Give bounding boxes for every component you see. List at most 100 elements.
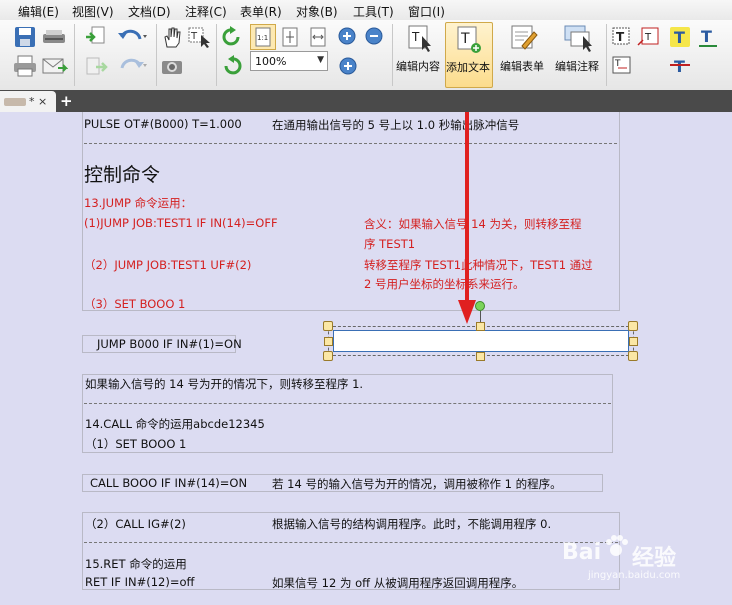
edit-form-label: 编辑表单 [500, 60, 544, 73]
rotate-cw-button[interactable] [220, 25, 244, 49]
text-block-jump[interactable] [82, 112, 620, 311]
tab-modified-marker: * [29, 95, 38, 108]
email-button[interactable] [40, 54, 69, 78]
new-text-box[interactable] [333, 330, 629, 352]
red-arrow-annotation [458, 112, 476, 324]
jump-example-2-desc-b: 2 号用户坐标的坐标系来运行。 [364, 277, 525, 291]
tab-close-icon[interactable]: × [38, 95, 47, 108]
email-icon [42, 58, 69, 74]
plus-circle-icon [339, 57, 357, 75]
strikeout-text-icon: T [670, 57, 690, 76]
jump-b000-command: JUMP B000 IF IN#(1)=ON [97, 337, 242, 351]
resize-handle-right[interactable] [629, 337, 638, 346]
rotate-cw-icon [222, 26, 240, 46]
actual-size-button[interactable]: 1:1 [250, 24, 276, 50]
underline-text-button[interactable]: T [696, 25, 720, 49]
undo-button[interactable] [116, 25, 150, 49]
document-tab-bar: * × + [0, 90, 732, 112]
edit-annotation-button[interactable]: 编辑注释 [553, 22, 603, 88]
menu-document[interactable]: 文档(D) [128, 3, 171, 20]
zoom-in-button[interactable] [336, 25, 360, 49]
document-tab[interactable]: * × [0, 91, 56, 112]
save-button[interactable] [12, 25, 38, 49]
resize-handle-top-right[interactable] [628, 321, 638, 331]
toolbar: T 1:1 100% ▼ T 编辑内容 T 添加文本 编辑表单 编辑注释 T T… [0, 20, 732, 91]
scanner-icon [43, 30, 65, 43]
add-text-icon: T [457, 26, 481, 53]
call-title: 14.CALL 命令的运用abcde12345 [85, 417, 265, 431]
resize-handle-top-left[interactable] [323, 321, 333, 331]
chevron-down-icon: ▼ [317, 55, 324, 65]
menu-bar: 编辑(E) 视图(V) 文档(D) 注释(C) 表单(R) 对象(B) 工具(T… [0, 0, 732, 21]
printer-icon [14, 55, 36, 77]
menu-tools[interactable]: 工具(T) [353, 3, 394, 20]
highlight-text-icon: T [670, 27, 690, 47]
divider [84, 403, 611, 404]
svg-text:T: T [701, 27, 712, 46]
jump-b000-description: 如果输入信号的 14 号为开的情况下，则转移至程序 1. [85, 377, 364, 391]
call-example-2-desc: 根据输入信号的结构调用程序。此时，不能调用程序 0. [272, 517, 552, 531]
fit-width-button[interactable] [306, 25, 330, 49]
svg-text:T: T [460, 31, 470, 47]
text-box-button[interactable]: T [610, 25, 634, 49]
svg-text:T: T [190, 31, 198, 42]
zoom-plus-button[interactable] [336, 54, 360, 78]
menu-comment[interactable]: 注释(C) [185, 3, 227, 20]
rotate-ccw-button[interactable] [220, 54, 244, 78]
text-box-icon: T [612, 27, 630, 45]
zoom-out-button[interactable] [362, 25, 386, 49]
jump-example-1-desc-b: 序 TEST1 [364, 237, 416, 251]
ret-title: 15.RET 命令的运用 [85, 557, 187, 571]
zoom-in-icon [338, 27, 356, 45]
zoom-value: 100% [255, 55, 287, 68]
edit-content-button[interactable]: T 编辑内容 [396, 22, 444, 88]
undo-icon [118, 29, 147, 40]
resize-handle-bottom-left[interactable] [323, 351, 333, 361]
resize-handle-bottom[interactable] [476, 352, 485, 361]
add-text-label: 添加文本 [446, 61, 490, 74]
typewriter-button[interactable]: T [610, 54, 634, 78]
menu-object[interactable]: 对象(B) [296, 3, 338, 20]
watermark-brand: Bai [562, 540, 602, 565]
add-text-button[interactable]: T 添加文本 [445, 22, 493, 88]
edit-form-button[interactable]: 编辑表单 [498, 22, 548, 88]
resize-handle-left[interactable] [324, 337, 333, 346]
select-text-icon: T [188, 27, 210, 48]
paste-button[interactable] [84, 54, 108, 78]
jump-example-1: (1)JUMP JOB:TEST1 IF IN(14)=OFF [84, 216, 278, 230]
svg-text:T: T [674, 57, 685, 76]
pulse-description: 在通用输出信号的 5 号上以 1.0 秒输出脉冲信号 [272, 118, 520, 132]
fit-page-icon [282, 27, 298, 47]
resize-handle-bottom-right[interactable] [628, 351, 638, 361]
copy-button[interactable] [84, 25, 108, 49]
print-button[interactable] [12, 54, 38, 78]
redo-button[interactable] [116, 54, 150, 78]
edit-content-label: 编辑内容 [396, 60, 440, 73]
watermark-url: jingyan.baidu.com [588, 570, 681, 581]
menu-window[interactable]: 窗口(I) [408, 3, 445, 20]
svg-text:T: T [644, 32, 652, 43]
hand-tool-button[interactable] [160, 25, 184, 49]
strikeout-text-button[interactable]: T [668, 54, 692, 78]
fit-page-button[interactable] [278, 25, 302, 49]
zoom-out-icon [365, 27, 383, 45]
svg-text:1:1: 1:1 [257, 34, 268, 42]
jump-example-2: （2）JUMP JOB:TEST1 UF#(2) [84, 258, 252, 272]
highlight-text-button[interactable]: T [668, 25, 692, 49]
fit-width-icon [310, 27, 326, 47]
scanner-button[interactable] [40, 25, 68, 49]
callout-button[interactable]: T [636, 25, 660, 49]
menu-form[interactable]: 表单(R) [240, 3, 282, 20]
edit-annotation-icon [564, 25, 592, 52]
zoom-select[interactable]: 100% ▼ [250, 51, 328, 71]
snapshot-button[interactable] [160, 54, 184, 78]
paw-icon [606, 535, 628, 556]
watermark-brand-suffix: 经验 [632, 546, 677, 571]
menu-view[interactable]: 视图(V) [72, 3, 114, 20]
call-b000-command: CALL BOOO IF IN#(14)=ON [90, 476, 248, 490]
select-text-button[interactable]: T [186, 25, 212, 49]
call-example-1: （1）SET BOOO 1 [85, 437, 187, 451]
menu-edit[interactable]: 编辑(E) [18, 3, 59, 20]
new-tab-icon[interactable]: + [60, 92, 73, 110]
copy-icon [86, 26, 105, 44]
